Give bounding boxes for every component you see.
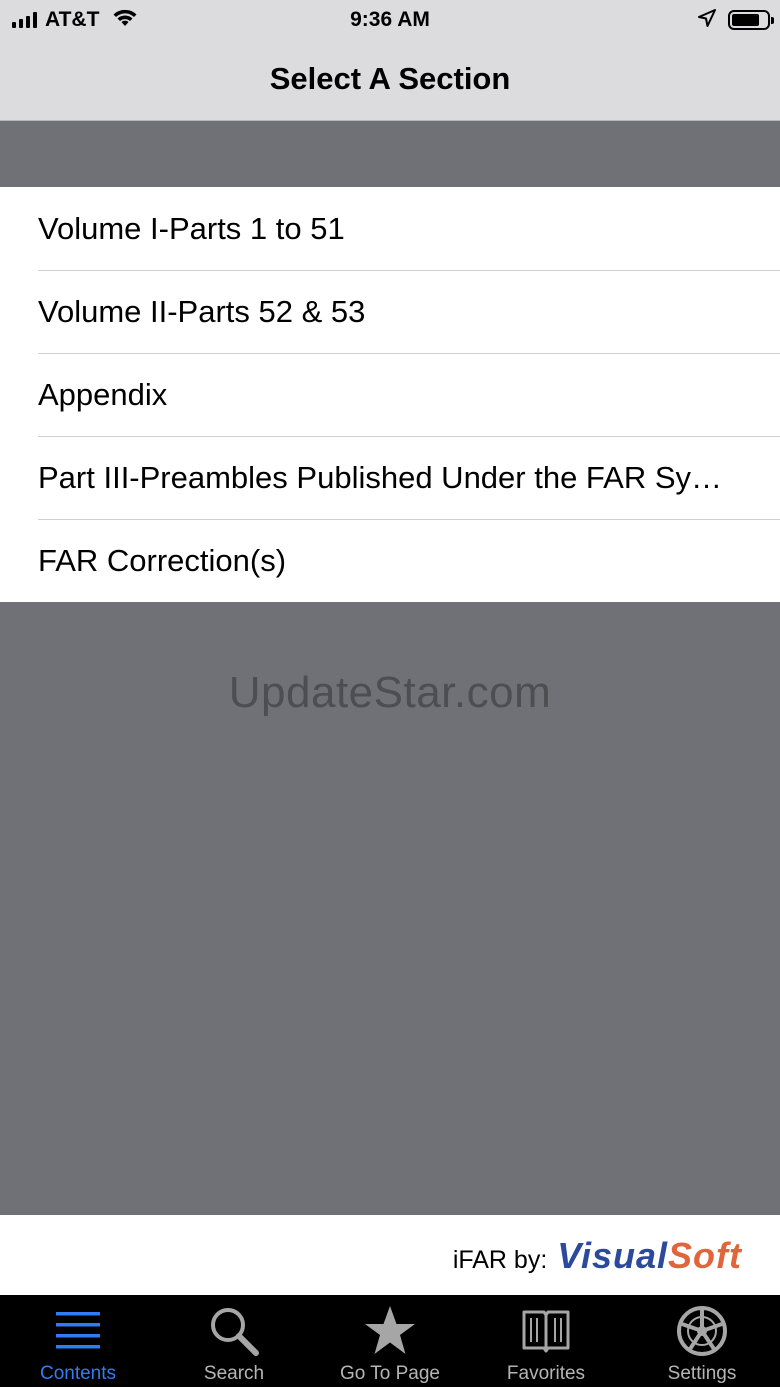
- status-bar: AT&T 9:36 AM: [0, 0, 780, 40]
- section-list: Volume I-Parts 1 to 51 Volume II-Parts 5…: [0, 187, 780, 602]
- section-row[interactable]: Part III-Preambles Published Under the F…: [0, 436, 780, 519]
- book-icon: [468, 1303, 624, 1359]
- section-label: Volume I-Parts 1 to 51: [38, 211, 345, 246]
- tab-favorites[interactable]: Favorites: [468, 1295, 624, 1387]
- tab-label: Favorites: [506, 1363, 586, 1384]
- logo-part-soft: Soft: [668, 1235, 742, 1276]
- brand-credit: iFAR by: VisualSoft: [453, 1235, 742, 1277]
- visualsoft-logo: VisualSoft: [557, 1235, 742, 1277]
- tab-bar: Contents Search Go To Page Favorites Set…: [0, 1295, 780, 1387]
- section-label: FAR Correction(s): [38, 543, 287, 578]
- tab-label: Contents: [39, 1363, 117, 1384]
- section-row[interactable]: Volume I-Parts 1 to 51: [0, 187, 780, 270]
- status-right: [698, 8, 774, 32]
- section-label: Volume II-Parts 52 & 53: [38, 294, 366, 329]
- tab-go-to-page[interactable]: Go To Page: [312, 1295, 468, 1387]
- section-row[interactable]: Volume II-Parts 52 & 53: [0, 270, 780, 353]
- star-icon: [312, 1303, 468, 1359]
- tab-label: Settings: [667, 1363, 737, 1384]
- section-row[interactable]: Appendix: [0, 353, 780, 436]
- logo-part-visual: Visual: [557, 1235, 669, 1276]
- battery-icon: [728, 10, 774, 30]
- section-label: Appendix: [38, 377, 168, 412]
- tab-search[interactable]: Search: [156, 1295, 312, 1387]
- section-label: Part III-Preambles Published Under the F…: [38, 460, 723, 495]
- wheel-icon: [624, 1303, 780, 1359]
- tab-settings[interactable]: Settings: [624, 1295, 780, 1387]
- location-icon: [698, 8, 716, 32]
- section-group-header: [0, 121, 780, 187]
- status-time: 9:36 AM: [350, 8, 430, 31]
- tab-label: Go To Page: [339, 1363, 440, 1384]
- navigation-bar: Select A Section: [0, 40, 780, 121]
- brand-prefix: iFAR by:: [452, 1246, 548, 1274]
- brand-footer: iFAR by: VisualSoft: [0, 1215, 780, 1295]
- page-title: Select A Section: [269, 61, 511, 96]
- search-icon: [156, 1303, 312, 1359]
- list-icon: [0, 1303, 156, 1359]
- tab-contents[interactable]: Contents: [0, 1295, 156, 1387]
- tab-label: Search: [203, 1363, 265, 1384]
- watermark-text: UpdateStar.com: [228, 668, 552, 717]
- section-row[interactable]: FAR Correction(s): [0, 519, 780, 602]
